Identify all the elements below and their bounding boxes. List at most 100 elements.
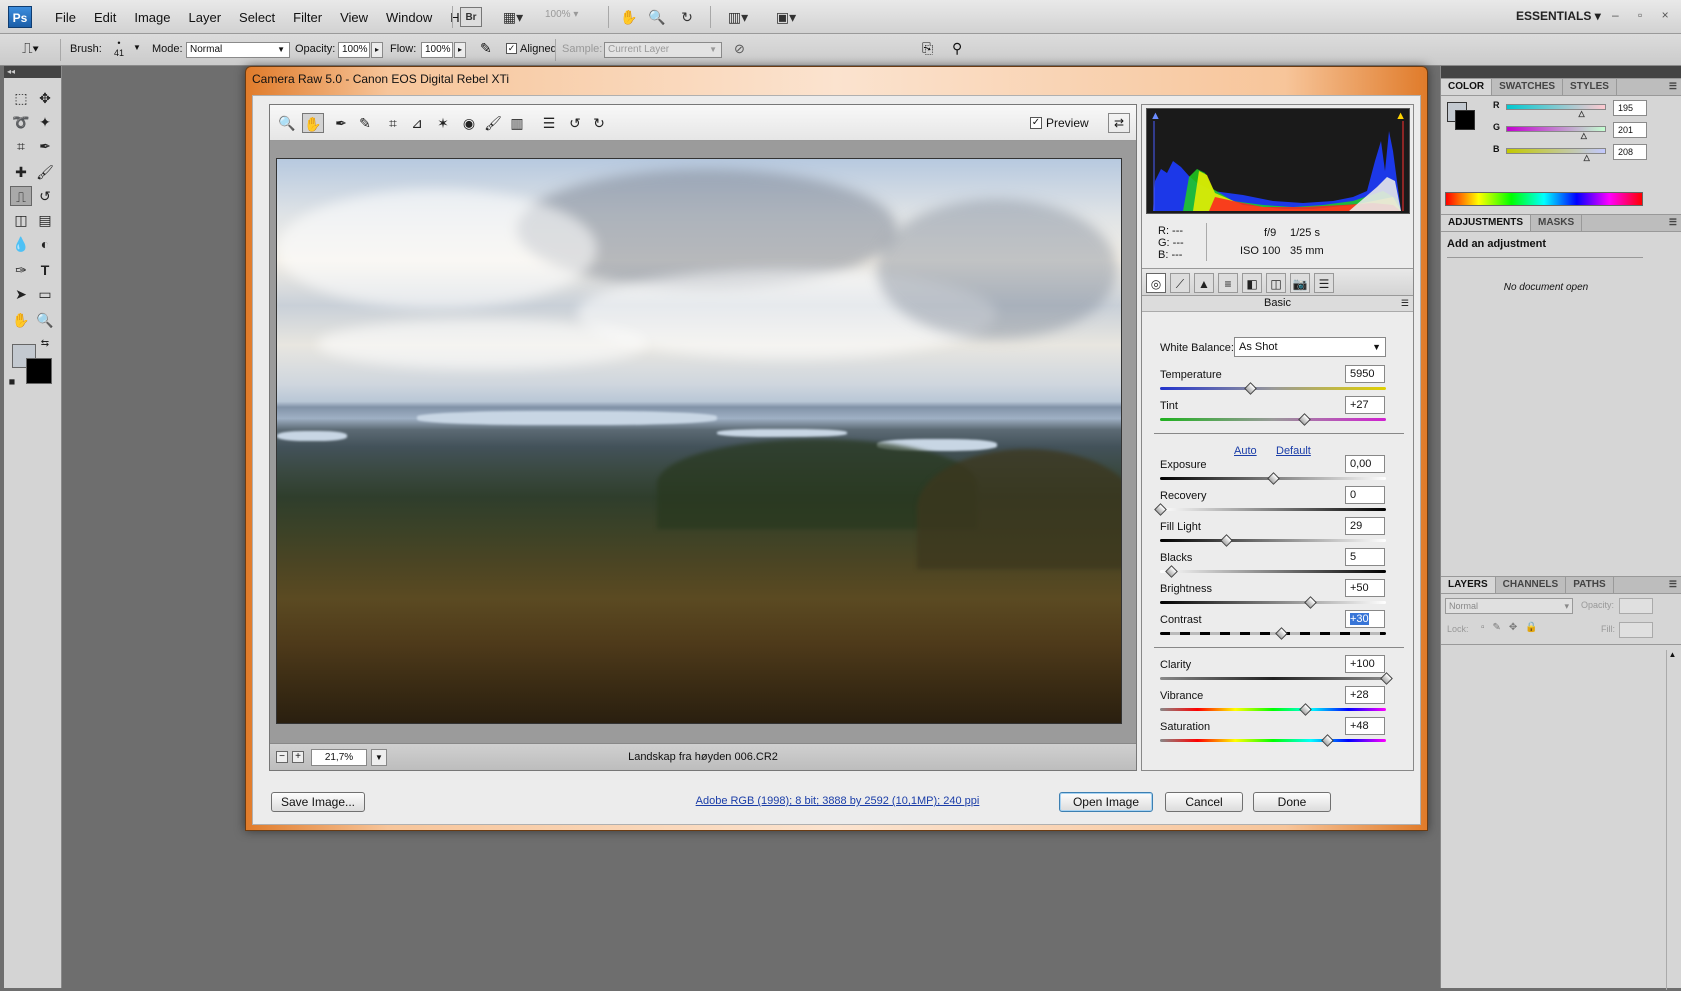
clone-stamp-tool-icon[interactable]: ⎍ — [10, 186, 32, 206]
panel-menu-icon[interactable]: ☰ — [1401, 298, 1409, 309]
blacks-input[interactable]: 5 — [1345, 548, 1385, 566]
layers-scrollbar[interactable]: ▲ — [1666, 650, 1678, 990]
hand-tool-icon[interactable]: ✋ — [618, 6, 640, 28]
color-spectrum-ramp[interactable] — [1445, 192, 1643, 206]
arrange-documents-icon[interactable]: ▥▾ — [720, 6, 756, 28]
airbrush-icon[interactable]: ✎ — [480, 40, 492, 57]
exposure-input[interactable]: 0,00 — [1345, 455, 1385, 473]
zoom-tool-icon[interactable]: 🔍 — [34, 310, 56, 330]
gradient-tool-icon[interactable]: ▤ — [34, 210, 56, 230]
red-channel-input[interactable]: 195 — [1613, 100, 1647, 116]
history-brush-tool-icon[interactable]: ↺ — [34, 186, 56, 206]
eyedropper-tool-icon[interactable]: ✒ — [34, 136, 56, 156]
panel-menu-icon[interactable]: ☰ — [1669, 579, 1677, 590]
tab-hsl-icon[interactable]: ≡ — [1218, 273, 1238, 293]
red-eye-removal-tool-icon[interactable]: ◉ — [458, 113, 480, 133]
red-channel-slider[interactable] — [1506, 104, 1606, 110]
screen-mode-icon[interactable]: ▣▾ — [768, 6, 804, 28]
zoom-level-combo[interactable]: 100% ▾ — [545, 9, 595, 25]
healing-brush-tool-icon[interactable]: ✚ — [10, 162, 32, 182]
blue-channel-thumb[interactable]: △ — [1584, 153, 1590, 162]
spot-removal-tool-icon[interactable]: ✶ — [432, 113, 454, 133]
background-color-swatch[interactable] — [26, 358, 52, 384]
menu-file[interactable]: File — [46, 10, 85, 25]
workflow-options-link[interactable]: Adobe RGB (1998); 8 bit; 3888 by 2592 (1… — [253, 795, 1422, 807]
straighten-tool-icon[interactable]: ⊿ — [406, 113, 428, 133]
mode-select[interactable]: Normal ▼ — [186, 42, 290, 58]
clarity-input[interactable]: +100 — [1345, 655, 1385, 673]
vibrance-thumb[interactable] — [1298, 703, 1312, 716]
white-balance-tool-icon[interactable]: ✒ — [330, 113, 352, 133]
red-channel-thumb[interactable]: △ — [1579, 109, 1585, 118]
flow-input[interactable]: 100% — [421, 42, 453, 58]
preview-checkbox[interactable]: ✓ — [1030, 117, 1042, 129]
menu-filter[interactable]: Filter — [284, 10, 331, 25]
clone-stamp-preset-icon[interactable]: ⎍▾ — [22, 40, 39, 57]
crop-tool-icon[interactable]: ⌗ — [382, 113, 404, 133]
aligned-checkbox[interactable]: ✓ — [506, 43, 517, 54]
tab-tone-curve-icon[interactable]: ⟋ — [1170, 273, 1190, 293]
saturation-thumb[interactable] — [1321, 734, 1335, 747]
recovery-thumb[interactable] — [1154, 503, 1167, 516]
default-colors-icon[interactable]: ◼ — [6, 372, 18, 392]
menu-select[interactable]: Select — [230, 10, 284, 25]
contrast-thumb[interactable] — [1275, 627, 1288, 640]
tab-camera-calibration-icon[interactable]: 📷 — [1290, 273, 1310, 293]
green-channel-thumb[interactable]: △ — [1581, 131, 1587, 140]
preferences-icon[interactable]: ☰ — [538, 113, 560, 133]
blue-channel-input[interactable]: 208 — [1613, 144, 1647, 160]
brightness-slider[interactable] — [1160, 601, 1386, 604]
view-extras-icon[interactable]: ▦▾ — [496, 6, 530, 28]
graduated-filter-icon[interactable]: ▥ — [506, 113, 528, 133]
menu-view[interactable]: View — [331, 10, 377, 25]
workspace-switcher[interactable]: ESSENTIALS ▾ — [1516, 9, 1601, 23]
rectangle-tool-icon[interactable]: ▭ — [34, 284, 56, 304]
dodge-tool-icon[interactable]: ◐ — [34, 234, 56, 254]
fill-light-input[interactable]: 29 — [1345, 517, 1385, 535]
tab-masks[interactable]: MASKS — [1531, 215, 1583, 231]
default-link[interactable]: Default — [1276, 445, 1311, 457]
tab-detail-icon[interactable]: ▲ — [1194, 273, 1214, 293]
raw-image-preview[interactable] — [276, 158, 1122, 724]
tab-basic-icon[interactable]: ◎ — [1146, 273, 1166, 293]
tab-adjustments[interactable]: ADJUSTMENTS — [1441, 215, 1532, 231]
type-tool-icon[interactable]: T — [34, 260, 56, 280]
white-balance-select[interactable]: As Shot ▼ — [1234, 337, 1386, 357]
tab-swatches[interactable]: SWATCHES — [1492, 79, 1564, 95]
brush-picker-arrow-icon[interactable]: ▼ — [133, 43, 141, 52]
lasso-tool-icon[interactable]: ➰ — [10, 112, 32, 132]
brightness-thumb[interactable] — [1304, 596, 1318, 609]
vibrance-slider[interactable] — [1160, 708, 1386, 711]
menu-window[interactable]: Window — [377, 10, 441, 25]
tab-presets-icon[interactable]: ☰ — [1314, 273, 1334, 293]
opacity-slider-arrow-icon[interactable]: ▸ — [371, 42, 383, 58]
exposure-thumb[interactable] — [1267, 472, 1280, 485]
contrast-input[interactable]: +30 — [1345, 610, 1385, 628]
sample-select[interactable]: Current Layer ▼ — [604, 42, 722, 58]
recovery-input[interactable]: 0 — [1345, 486, 1385, 504]
temperature-slider[interactable] — [1160, 387, 1386, 390]
move-tool-icon[interactable]: ✥ — [34, 88, 56, 108]
swap-colors-icon[interactable]: ⇆ — [38, 334, 52, 354]
zoom-tool-icon[interactable]: 🔍 — [276, 113, 298, 133]
tab-lens-corrections-icon[interactable]: ◫ — [1266, 273, 1286, 293]
green-channel-slider[interactable] — [1506, 126, 1606, 132]
tab-styles[interactable]: STYLES — [1563, 79, 1617, 95]
color-panel-background-swatch[interactable] — [1455, 110, 1475, 130]
clone-source-panel-icon[interactable]: ⎘ — [922, 40, 933, 57]
toolbox-collapse-icon[interactable]: ◂◂ — [4, 66, 61, 78]
tint-slider[interactable] — [1160, 418, 1386, 421]
panel-menu-icon[interactable]: ☰ — [1669, 81, 1677, 92]
ignore-adjustment-layers-icon[interactable]: ⊘ — [734, 41, 745, 57]
path-selection-tool-icon[interactable]: ➤ — [10, 284, 32, 304]
layer-opacity-input[interactable] — [1619, 598, 1653, 614]
marquee-tool-icon[interactable]: ⬚ — [10, 88, 32, 108]
hand-tool-icon[interactable]: ✋ — [302, 113, 324, 133]
clarity-thumb[interactable] — [1380, 672, 1393, 685]
tint-input[interactable]: +27 — [1345, 396, 1385, 414]
saturation-input[interactable]: +48 — [1345, 717, 1385, 735]
opacity-input[interactable]: 100% — [338, 42, 370, 58]
tab-split-toning-icon[interactable]: ◧ — [1242, 273, 1262, 293]
open-image-button[interactable]: Open Image — [1059, 792, 1153, 812]
eraser-tool-icon[interactable]: ◫ — [10, 210, 32, 230]
